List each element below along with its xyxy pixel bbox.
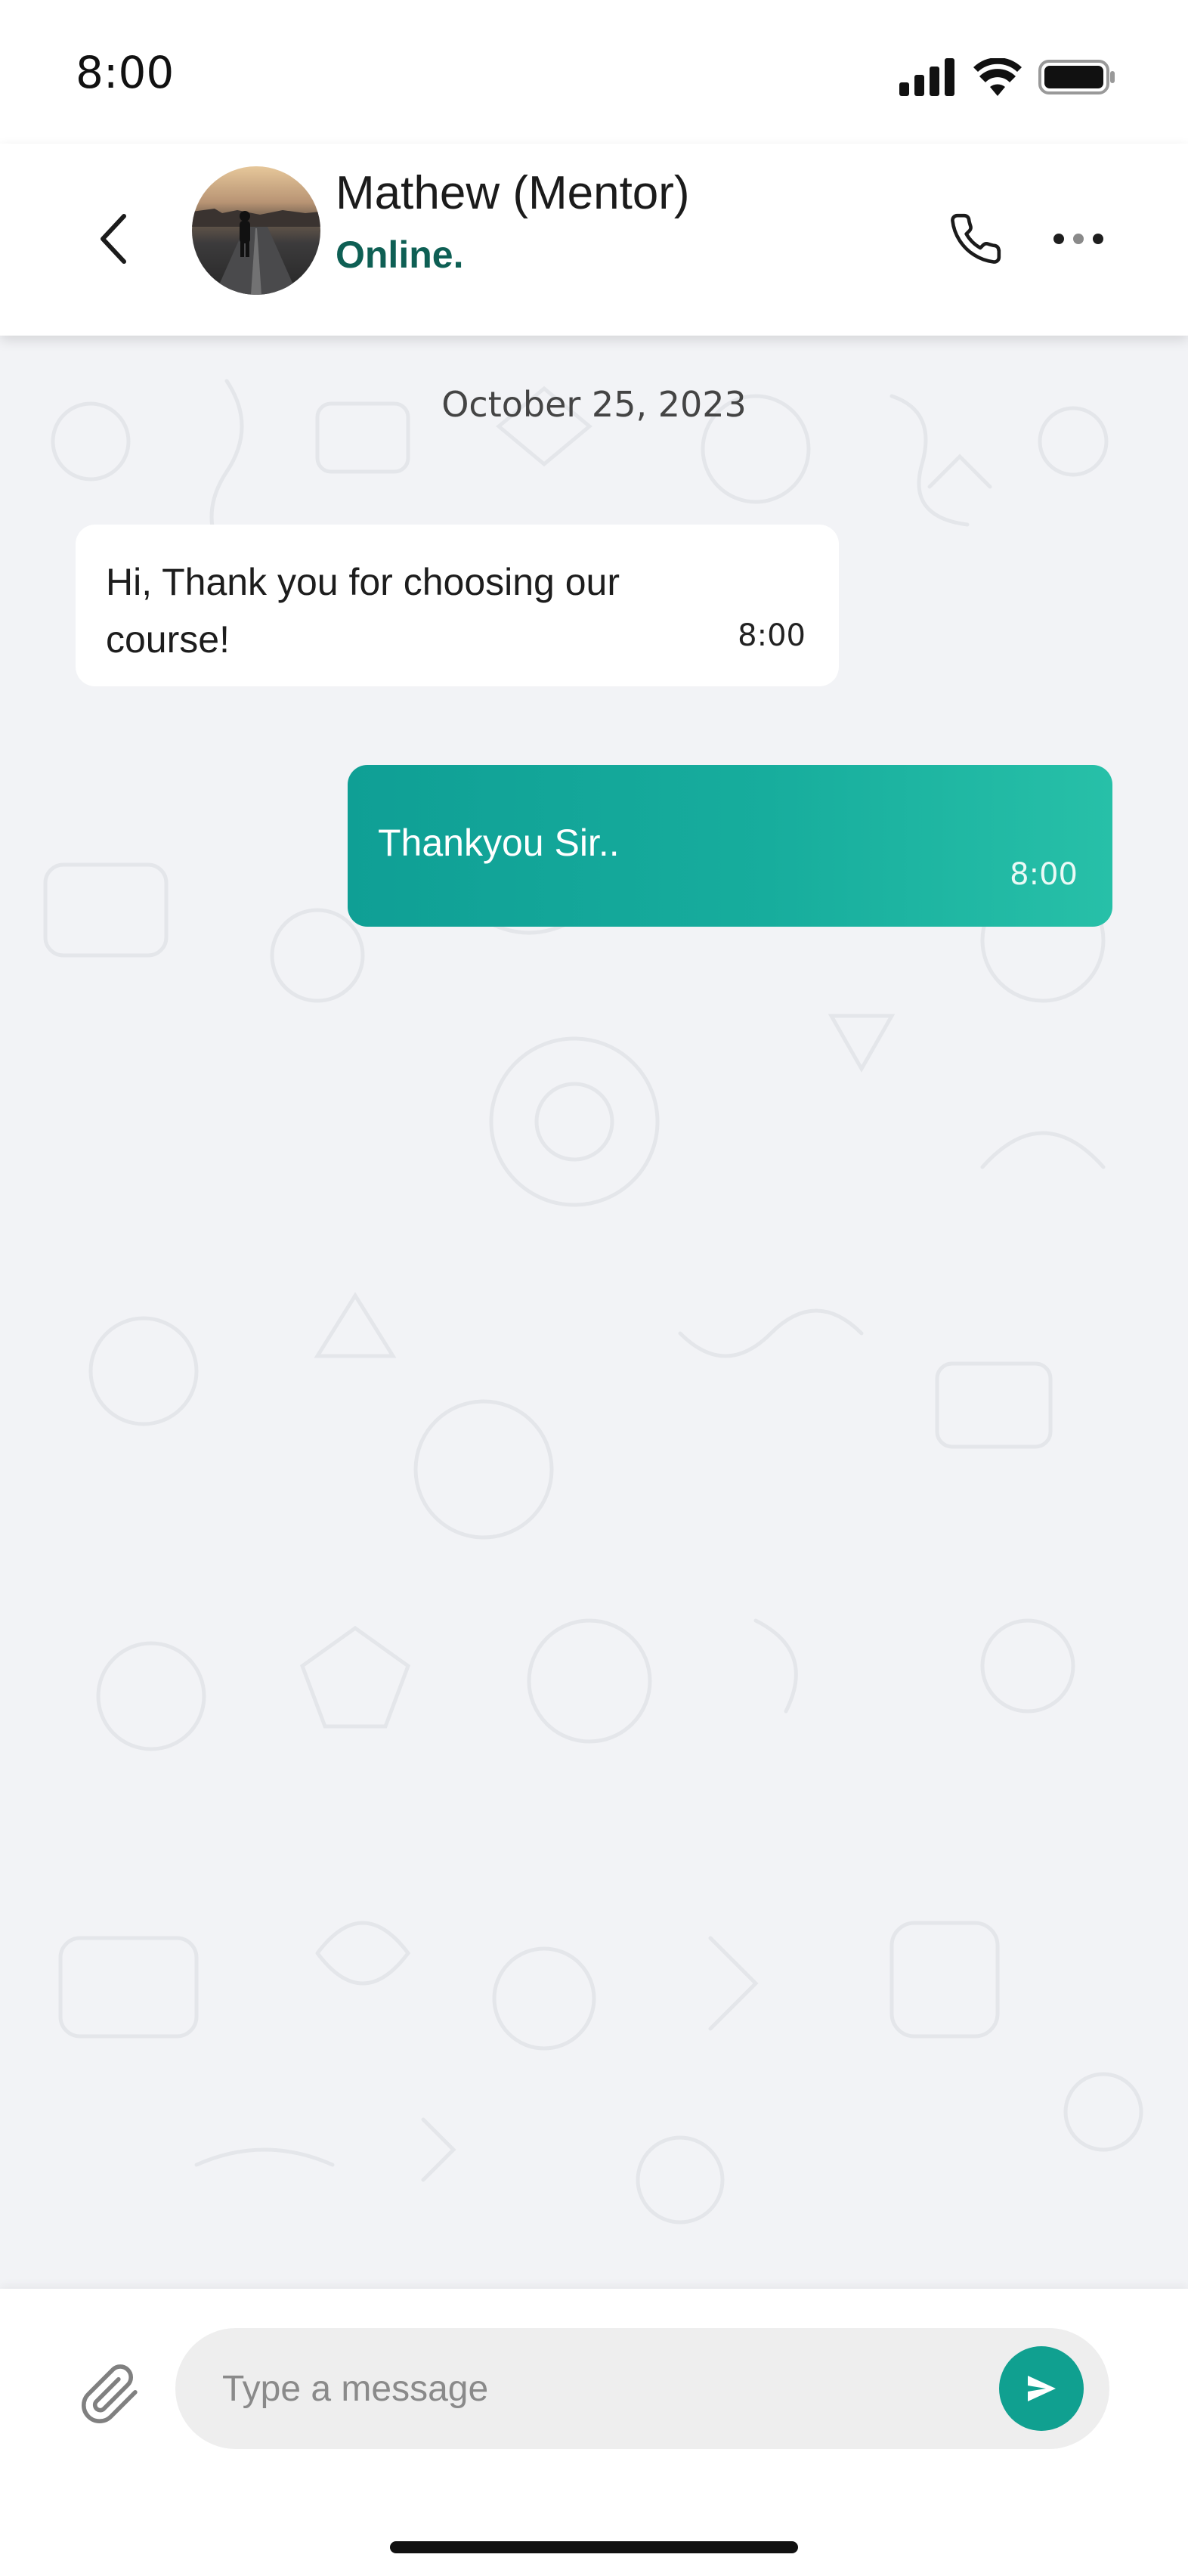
- message-time: 8:00: [738, 618, 806, 653]
- status-time: 8:00: [76, 47, 175, 98]
- more-dot: [1093, 234, 1103, 244]
- battery-icon: [1038, 60, 1115, 94]
- paperclip-icon: [82, 2364, 138, 2423]
- message-input-container: [175, 2328, 1109, 2449]
- call-button[interactable]: [934, 201, 1017, 277]
- more-horizontal-icon: [1053, 234, 1064, 244]
- message-composer: [0, 2289, 1188, 2576]
- contact-name[interactable]: Mathew (Mentor): [336, 166, 690, 220]
- message-input[interactable]: [222, 2328, 978, 2449]
- contact-avatar[interactable]: [192, 166, 320, 295]
- cellular-signal-icon: [899, 58, 954, 96]
- outgoing-message-bubble[interactable]: Thankyou Sir.. 8:00: [348, 765, 1112, 927]
- chat-header: Mathew (Mentor) Online.: [0, 144, 1188, 336]
- phone-icon: [951, 213, 1001, 264]
- status-icons: [899, 56, 1115, 98]
- chevron-left-icon: [101, 214, 126, 264]
- wifi-icon: [973, 58, 1022, 96]
- send-button[interactable]: [999, 2346, 1084, 2431]
- home-indicator[interactable]: [390, 2541, 798, 2553]
- more-options-button[interactable]: [1037, 201, 1120, 277]
- more-dot: [1073, 234, 1084, 244]
- status-bar: 8:00: [0, 0, 1188, 144]
- back-button[interactable]: [83, 201, 144, 277]
- message-time: 8:00: [1010, 857, 1078, 892]
- chat-screen: 8:00 Mathew (Mentor) Online. October 25,…: [0, 0, 1188, 2576]
- message-text: Thankyou Sir..: [378, 822, 620, 864]
- send-icon: [1028, 2376, 1056, 2401]
- incoming-message-bubble[interactable]: Hi, Thank you for choosing our course! 8…: [76, 525, 839, 686]
- message-list[interactable]: October 25, 2023 Hi, Thank you for choos…: [0, 336, 1188, 2289]
- attach-button[interactable]: [73, 2349, 148, 2440]
- contact-status: Online.: [336, 234, 464, 276]
- message-text: Hi, Thank you for choosing our course!: [106, 561, 620, 661]
- avatar-photo: [192, 209, 320, 295]
- date-separator: October 25, 2023: [441, 384, 747, 425]
